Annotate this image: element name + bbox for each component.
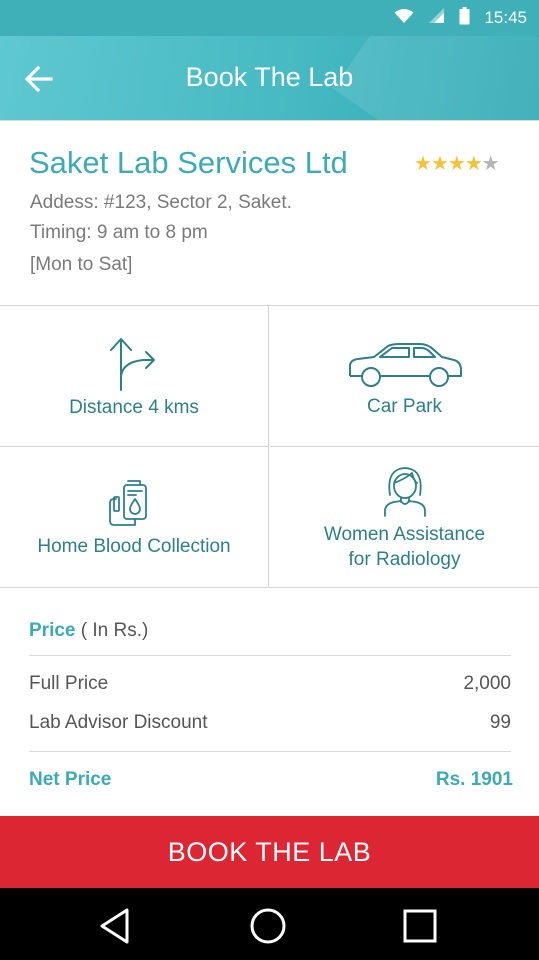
feature-car-park: Car Park (270, 306, 539, 447)
features-grid: Distance 4 kms Car Park Home Blood Colle… (0, 305, 539, 588)
woman-icon (383, 467, 426, 517)
price-section: Price ( In Rs.) Full Price 2,000 Lab Adv… (0, 589, 539, 816)
net-price-label: Net Price (29, 769, 112, 790)
rating-stars: ★★★★★ (414, 151, 500, 176)
feature-women-assistance: Women Assistance for Radiology (270, 447, 539, 588)
signal-icon (428, 7, 445, 29)
nav-back-button[interactable] (97, 906, 137, 946)
nav-recent-apps-button[interactable] (400, 906, 440, 946)
star-empty-icon: ★ (481, 153, 500, 175)
star-icon: ★ (414, 153, 432, 175)
price-heading-unit: ( In Rs.) (75, 620, 149, 641)
feature-label: Car Park (367, 396, 442, 417)
blood-bag-icon (109, 480, 147, 526)
star-icon: ★ (464, 153, 483, 175)
nav-home-button[interactable] (248, 906, 288, 946)
feature-distance: Distance 4 kms (0, 306, 269, 447)
discount-label: Lab Advisor Discount (29, 712, 208, 733)
page-title: Book The Lab (185, 62, 354, 92)
wifi-icon (394, 8, 414, 29)
net-price-value: Rs. 1901 (435, 769, 513, 790)
star-icon: ★ (430, 153, 449, 175)
feature-label-line1: Women Assistance (323, 524, 486, 545)
full-price-label: Full Price (29, 673, 109, 694)
feature-home-blood-collection: Home Blood Collection (0, 447, 269, 588)
car-icon (348, 343, 462, 387)
app-bar: Book The Lab (0, 36, 539, 120)
book-the-lab-button[interactable]: BOOK THE LAB (0, 816, 539, 888)
price-heading-label: Price (29, 620, 76, 641)
feature-label-line2: for Radiology (348, 549, 461, 570)
feature-label: Distance 4 kms (69, 397, 199, 418)
screen: 15:45 Book The Lab Saket Lab Services Lt… (0, 0, 539, 960)
battery-icon (459, 6, 470, 30)
nav-recent-apps-icon (403, 909, 437, 943)
lab-days: [Mon to Sat] (30, 254, 133, 275)
divider (29, 655, 511, 656)
star-icon: ★ (447, 153, 466, 175)
full-price-value: 2,000 (463, 673, 511, 694)
nav-home-icon (250, 908, 286, 944)
status-bar: 15:45 (0, 0, 539, 36)
feature-label: Home Blood Collection (37, 536, 231, 557)
system-nav-bar (0, 888, 539, 960)
status-time: 15:45 (484, 8, 527, 27)
price-heading: Price ( In Rs.) (29, 620, 148, 642)
lab-timing: Timing: 9 am to 8 pm (30, 222, 208, 243)
lab-info-section: Saket Lab Services Ltd ★★★★★ Addess: #12… (0, 120, 539, 305)
lab-address: Addess: #123, Sector 2, Saket. (30, 192, 292, 213)
nav-back-icon (100, 908, 129, 944)
discount-value: 99 (489, 712, 511, 733)
divider (29, 751, 511, 752)
directions-arrow-icon (110, 338, 155, 391)
lab-name: Saket Lab Services Ltd (29, 145, 348, 180)
